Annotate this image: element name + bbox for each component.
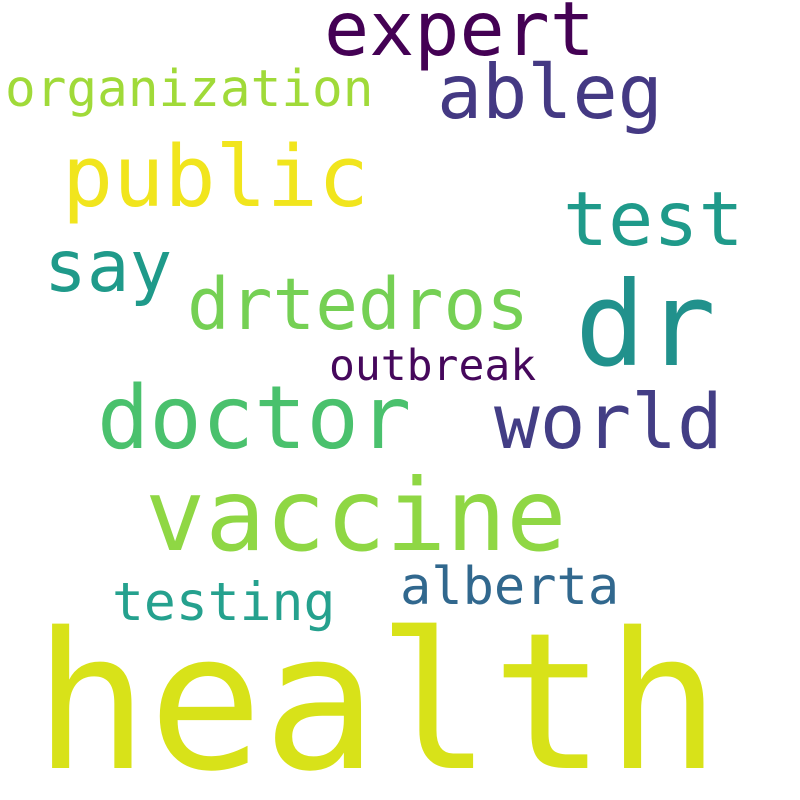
word-say: say	[44, 225, 173, 308]
word-ableg: ableg	[437, 48, 663, 136]
word-drtedros: drtedros	[187, 263, 529, 346]
word-world: world	[494, 377, 723, 466]
word-doctor: doctor	[97, 367, 412, 469]
word-cloud: expert organization ableg public test sa…	[0, 0, 800, 800]
word-organization: organization	[5, 60, 374, 119]
word-health: health	[34, 592, 721, 800]
word-dr: dr	[575, 256, 716, 393]
word-public: public	[62, 128, 370, 227]
word-vaccine: vaccine	[145, 457, 567, 574]
word-test: test	[563, 175, 744, 263]
